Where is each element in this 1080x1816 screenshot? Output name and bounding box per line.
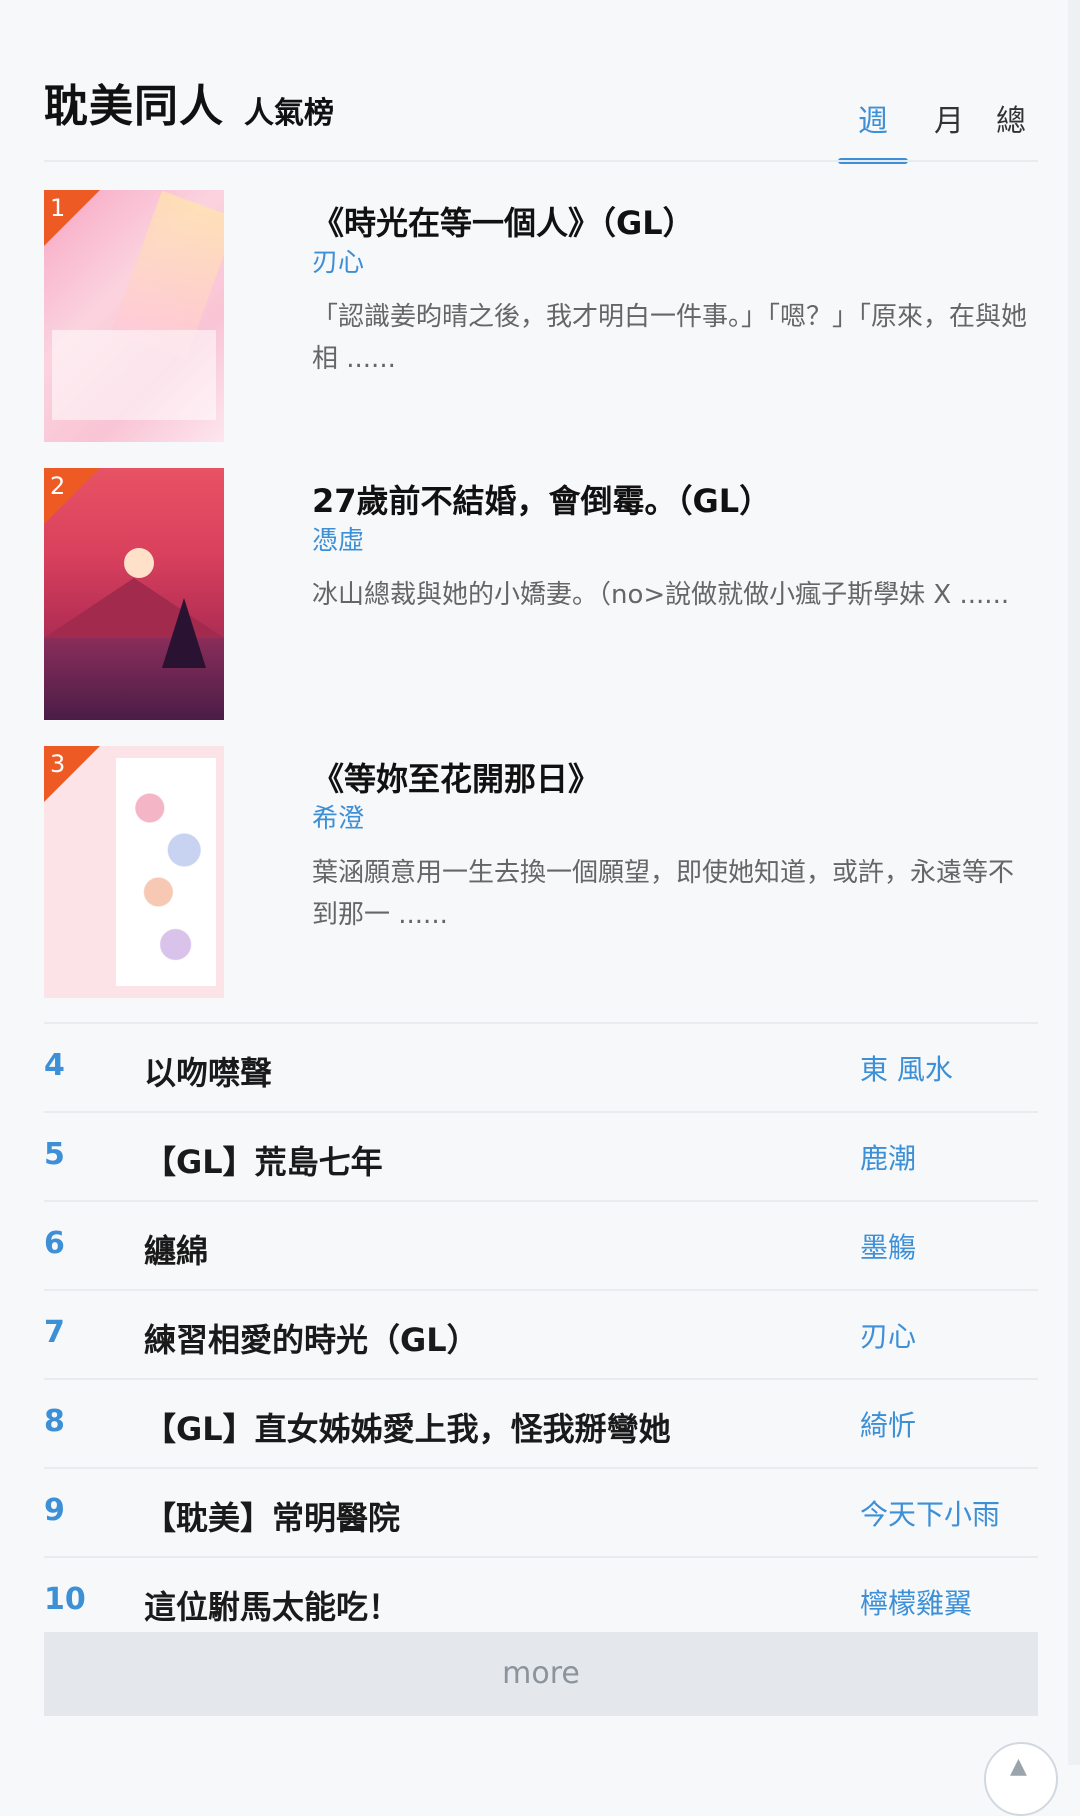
header-divider	[44, 160, 1038, 162]
book-title[interactable]: 《等妳至花開那日》	[312, 754, 600, 800]
list-rank: 6	[44, 1226, 65, 1261]
book-description: 葉涵願意用一生去換一個願望，即使她知道，或許，永遠等不到那一 ......	[312, 858, 1015, 930]
top-book-item[interactable]: 3 《等妳至花開那日》 希澄 葉涵願意用一生去換一個願望，即使她知道，或許，永遠…	[44, 746, 1038, 998]
list-title[interactable]: 纏綿	[144, 1226, 208, 1272]
more-button[interactable]: more	[44, 1632, 1038, 1716]
list-title[interactable]: 【GL】荒島七年	[144, 1137, 383, 1183]
list-author[interactable]: 刃心	[860, 1315, 916, 1355]
book-title[interactable]: 《時光在等一個人》（GL）	[312, 198, 695, 244]
cover-art	[124, 548, 154, 578]
list-author[interactable]: 綺忻	[860, 1404, 916, 1444]
list-item[interactable]: 7 練習相愛的時光（GL） 刃心	[44, 1289, 1038, 1378]
tab-month[interactable]: 月	[934, 96, 964, 140]
page-title: 耽美同人	[44, 81, 224, 132]
cover-art	[162, 598, 206, 668]
rank-number: 1	[50, 194, 66, 222]
book-cover[interactable]: 3	[44, 746, 224, 998]
book-cover[interactable]: 1	[44, 190, 224, 442]
top-book-item[interactable]: 2 27歲前不結婚，會倒霉。（GL） 憑虛 冰山總裁與她的小嬌妻。（no>說做就…	[44, 468, 1038, 720]
rank-number: 2	[50, 472, 66, 500]
list-title[interactable]: 練習相愛的時光（GL）	[144, 1315, 479, 1361]
list-item[interactable]: 6 纏綿 墨觴	[44, 1200, 1038, 1289]
list-title[interactable]: 這位駙馬太能吃！	[144, 1582, 400, 1628]
page-subtitle: 人氣榜	[244, 96, 334, 131]
ranking-list: 4 以吻噤聲 東 風水 5 【GL】荒島七年 鹿潮 6 纏綿 墨觴 7 練習相愛…	[44, 1022, 1038, 1645]
list-item[interactable]: 5 【GL】荒島七年 鹿潮	[44, 1111, 1038, 1200]
list-rank: 5	[44, 1137, 65, 1172]
list-title[interactable]: 以吻噤聲	[144, 1048, 272, 1094]
book-author[interactable]: 憑虛	[312, 520, 364, 557]
cover-art	[52, 330, 216, 420]
list-author[interactable]: 檸檬雞翼	[860, 1582, 972, 1622]
list-author[interactable]: 今天下小雨	[860, 1493, 1000, 1533]
chevron-up-icon: ▲	[1010, 1754, 1027, 1779]
list-author[interactable]: 鹿潮	[860, 1137, 916, 1177]
list-title[interactable]: 【耽美】常明醫院	[144, 1493, 400, 1539]
book-description: 「認識姜昀晴之後，我才明白一件事。」「嗯？」「原來，在與她相 ......	[312, 302, 1028, 374]
book-author[interactable]: 希澄	[312, 798, 364, 835]
list-rank: 10	[44, 1582, 86, 1617]
list-item[interactable]: 8 【GL】直女姊姊愛上我，怪我掰彎她 綺忻	[44, 1378, 1038, 1467]
list-title[interactable]: 【GL】直女姊姊愛上我，怪我掰彎她	[144, 1404, 671, 1450]
cover-art	[124, 766, 210, 976]
list-rank: 4	[44, 1048, 65, 1083]
top-book-item[interactable]: 1 《時光在等一個人》（GL） 刃心 「認識姜昀晴之後，我才明白一件事。」「嗯？…	[44, 190, 1038, 442]
scroll-top-button[interactable]: ▲	[984, 1742, 1058, 1816]
book-cover[interactable]: 2	[44, 468, 224, 720]
list-author[interactable]: 墨觴	[860, 1226, 916, 1266]
book-description: 冰山總裁與她的小嬌妻。（no>說做就做小瘋子斯學妹 X ......	[312, 580, 1010, 610]
page-edge	[1068, 0, 1080, 1765]
list-item[interactable]: 9 【耽美】常明醫院 今天下小雨	[44, 1467, 1038, 1556]
list-author[interactable]: 東 風水	[860, 1048, 953, 1088]
list-item[interactable]: 4 以吻噤聲 東 風水	[44, 1022, 1038, 1111]
tab-week[interactable]: 週	[858, 96, 888, 140]
list-rank: 7	[44, 1315, 65, 1350]
book-title[interactable]: 27歲前不結婚，會倒霉。（GL）	[312, 476, 771, 522]
rank-number: 3	[50, 750, 66, 778]
list-rank: 9	[44, 1493, 65, 1528]
tab-total[interactable]: 總	[996, 96, 1026, 140]
ranking-header: 耽美同人 人氣榜 週 月 總	[44, 70, 1038, 164]
list-rank: 8	[44, 1404, 65, 1439]
book-author[interactable]: 刃心	[312, 242, 364, 279]
